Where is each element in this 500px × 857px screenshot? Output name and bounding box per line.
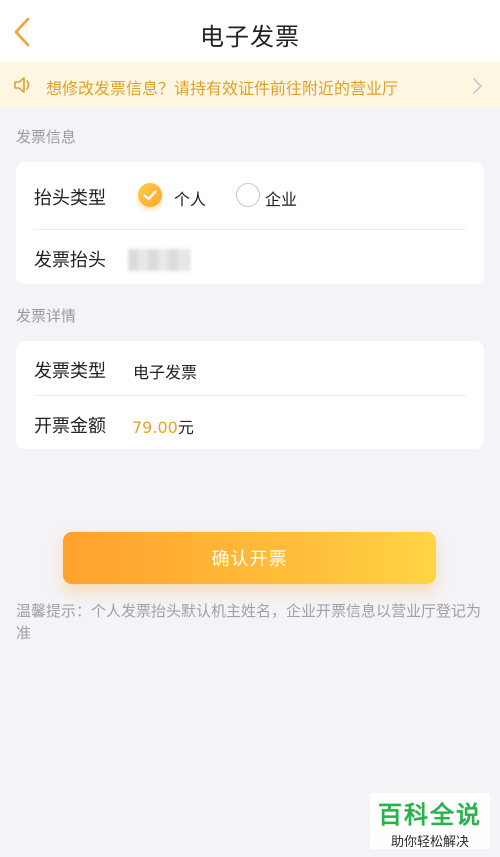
chevron-right-icon (471, 77, 483, 99)
watermark-logo: 百科全说 助你轻松解决 (370, 793, 490, 850)
invoice-amount-value: 79.00元 (132, 414, 194, 438)
navigation-bar: 电子发票 (0, 0, 500, 62)
tip-text: 温馨提示：个人发票抬头默认机主姓名，企业开票信息以营业厅登记为准 (16, 602, 482, 642)
invoice-type-row: 发票类型 电子发票 (16, 341, 484, 395)
title-type-row: 抬头类型 个人 企业 (16, 162, 484, 229)
invoice-title-value-redacted (128, 249, 190, 271)
title-type-label: 抬头类型 (34, 188, 106, 209)
radio-company[interactable] (236, 183, 260, 207)
confirm-invoice-button[interactable]: 确认开票 (63, 532, 436, 584)
section-label-invoice-info: 发票信息 (16, 128, 77, 146)
watermark-title: 百科全说 (378, 801, 482, 829)
invoice-title-label: 发票抬头 (34, 250, 106, 271)
radio-company-label[interactable]: 企业 (265, 186, 297, 210)
watermark-subtitle: 助你轻松解决 (390, 835, 469, 850)
radio-personal[interactable] (138, 183, 162, 207)
page-title: 电子发票 (200, 23, 300, 51)
notice-text: 想修改发票信息？请持有效证件前往附近的营业厅 (46, 79, 399, 98)
invoice-title-row[interactable]: 发票抬头 (16, 230, 484, 284)
radio-personal-label[interactable]: 个人 (174, 186, 206, 210)
amount-number: 79.00 (132, 418, 178, 437)
invoice-amount-label: 开票金额 (34, 416, 106, 437)
invoice-type-value: 电子发票 (133, 363, 198, 382)
invoice-type-label: 发票类型 (34, 361, 106, 382)
amount-unit: 元 (177, 418, 194, 437)
checkmark-icon (143, 190, 157, 201)
invoice-details-card: 发票类型 电子发票 开票金额 79.00元 (16, 341, 484, 449)
invoice-info-card: 抬头类型 个人 企业 发票抬头 (16, 162, 484, 284)
invoice-amount-row: 开票金额 79.00元 (16, 396, 484, 449)
section-label-invoice-details: 发票详情 (16, 307, 77, 325)
speaker-icon (13, 76, 35, 98)
notice-banner[interactable]: 想修改发票信息？请持有效证件前往附近的营业厅 (0, 62, 500, 108)
